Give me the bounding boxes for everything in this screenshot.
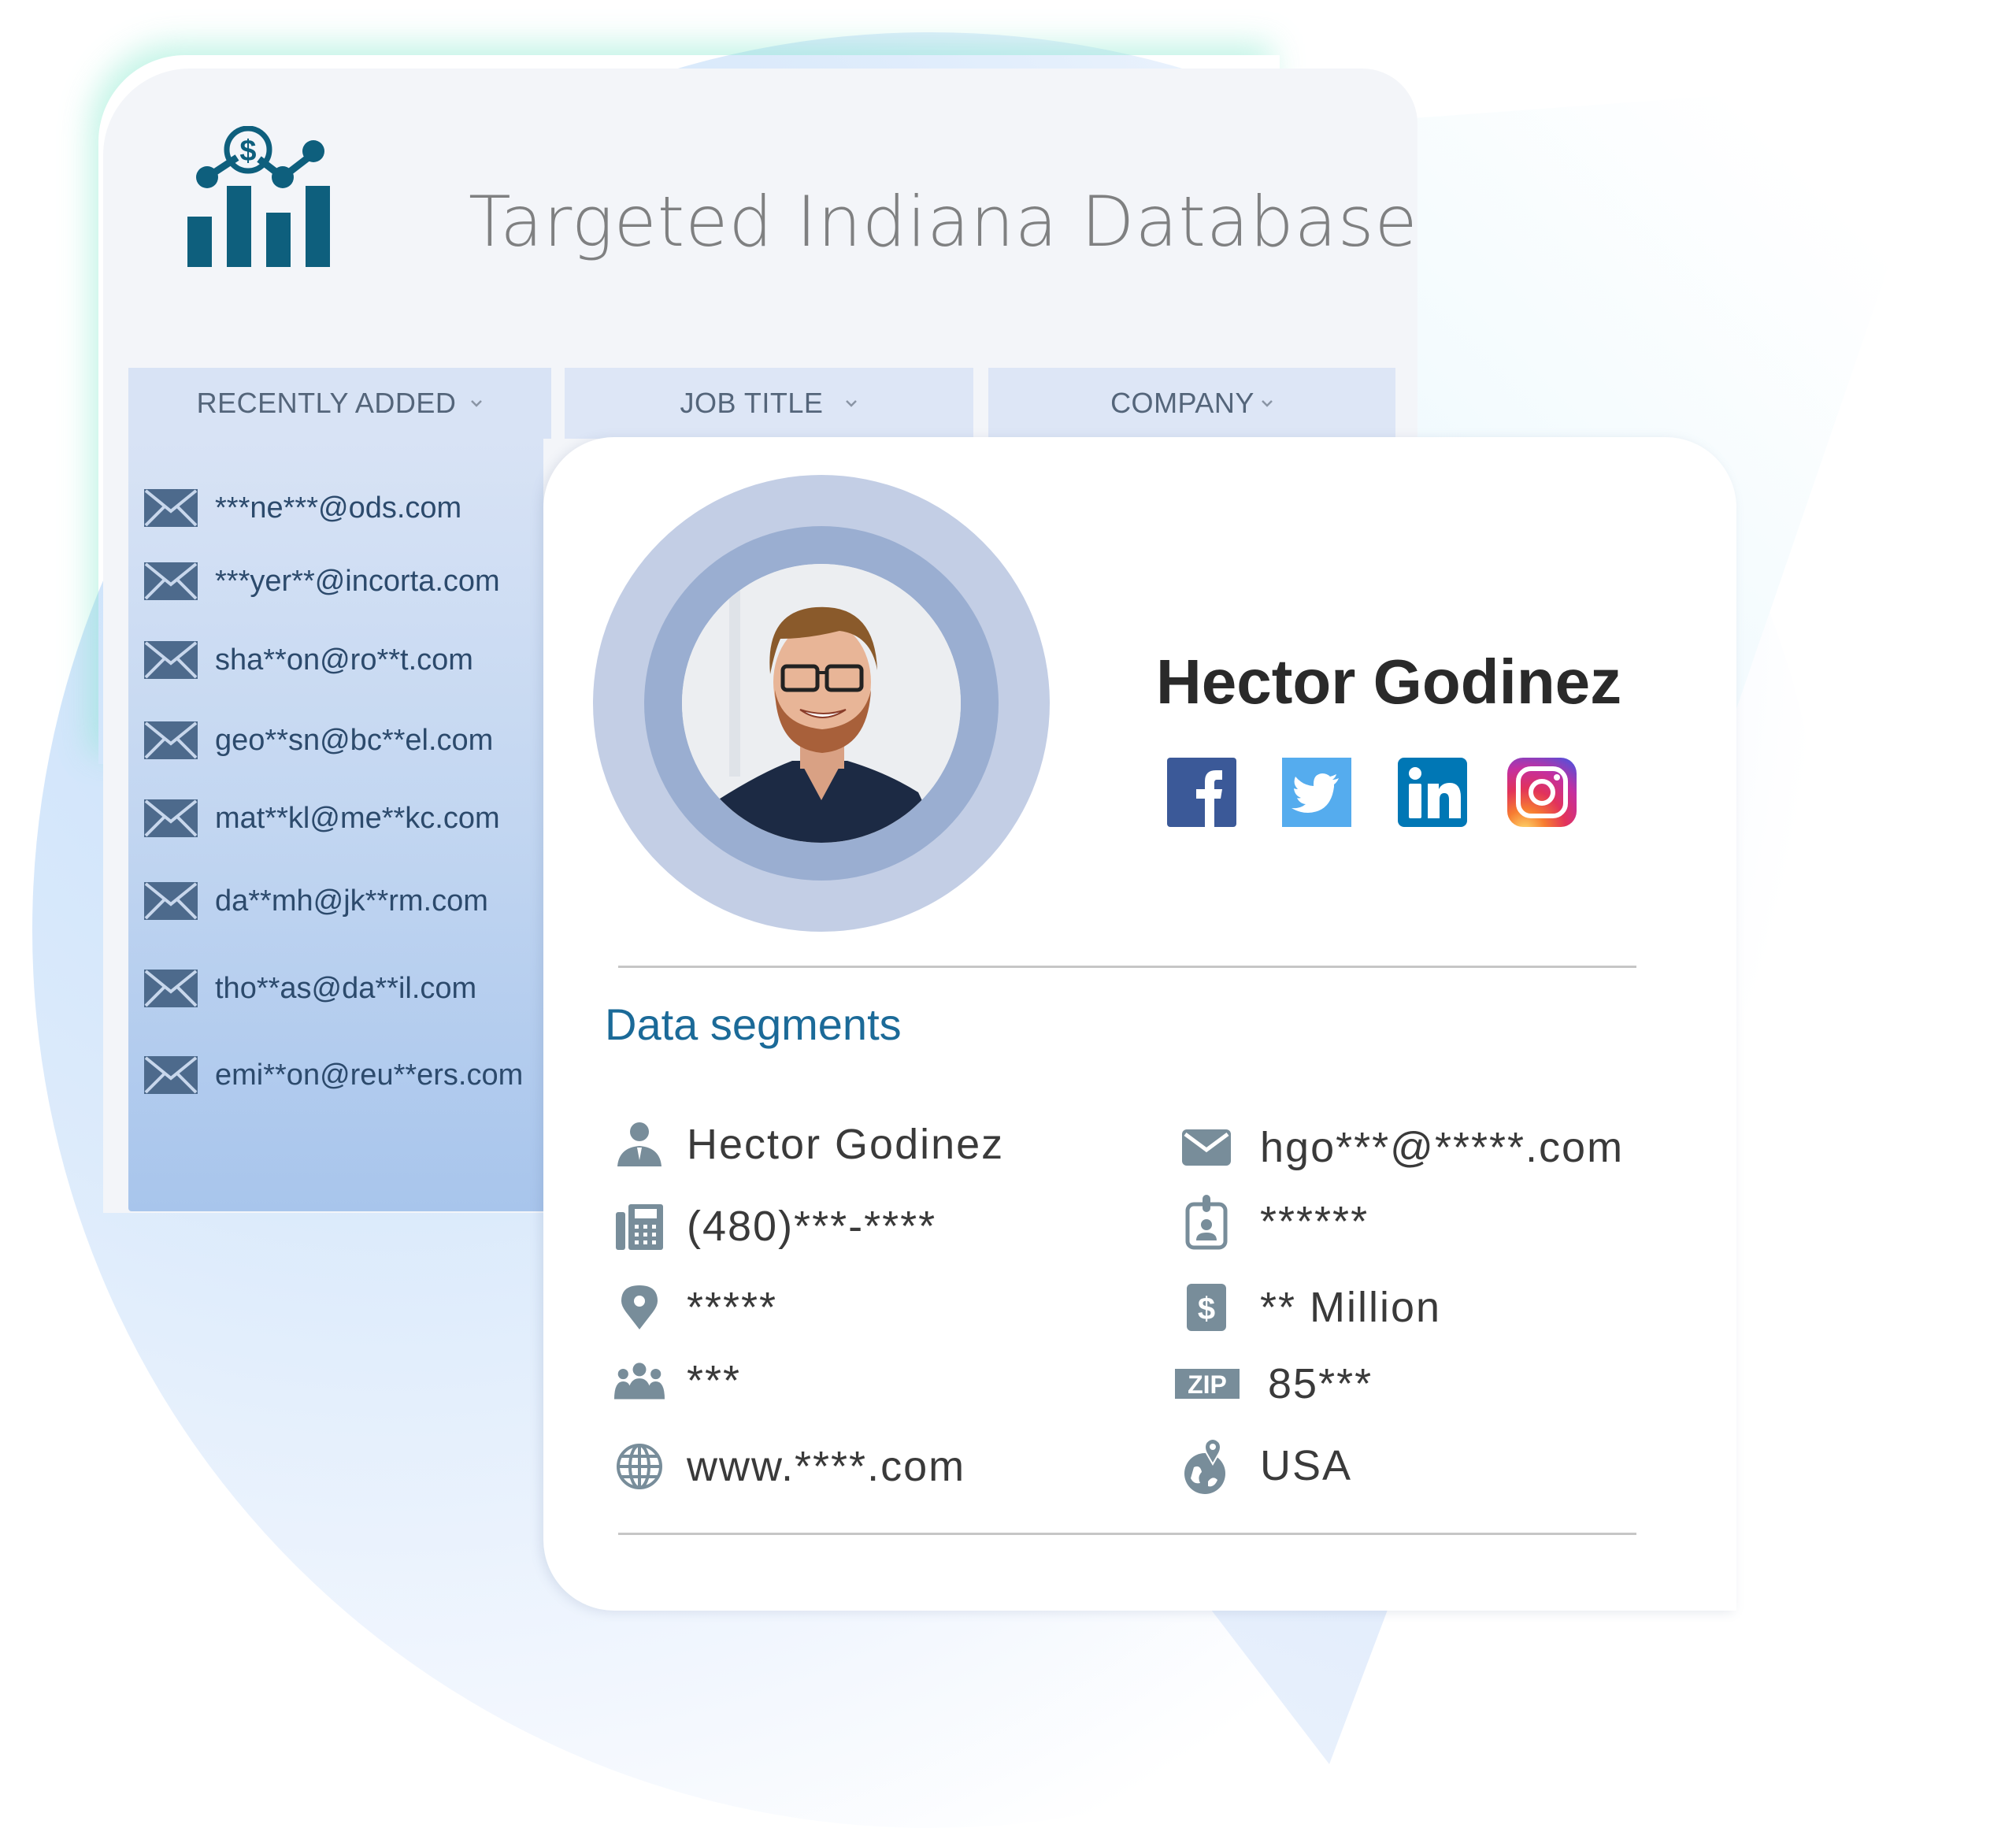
tab-label: COMPANY (1110, 387, 1254, 419)
tab-label: JOB TITLE (680, 387, 824, 419)
email-address: ***yer**@incorta.com (215, 564, 500, 598)
list-item[interactable]: tho**as@da**il.com (144, 965, 476, 1012)
segment-email: hgo***@*****.com (1181, 1120, 1624, 1175)
segment-phone: (480)***-**** (614, 1199, 936, 1254)
tab-job-title[interactable]: JOB TITLE (565, 368, 973, 439)
envelope-icon (144, 882, 198, 920)
page-title: Targeted Indiana Database (469, 181, 1418, 262)
list-item[interactable]: ***ne***@ods.com (144, 484, 461, 532)
email-address: tho**as@da**il.com (215, 971, 477, 1005)
globe-icon (614, 1441, 665, 1492)
dollar-icon: $ (1181, 1282, 1232, 1333)
envelope-icon (144, 641, 198, 679)
person-icon (614, 1119, 665, 1170)
profile-photo (682, 564, 961, 843)
segment-country: USA (1181, 1438, 1352, 1494)
email-address: da**mh@jk**rm.com (215, 884, 488, 918)
segment-website: www.****.com (614, 1439, 965, 1494)
instagram-icon[interactable] (1507, 758, 1577, 827)
list-item[interactable]: geo**sn@bc**el.com (144, 717, 493, 764)
envelope-icon (144, 799, 198, 837)
linkedin-icon[interactable] (1398, 758, 1467, 827)
list-item[interactable]: ***yer**@incorta.com (144, 558, 500, 605)
list-item[interactable]: sha**on@ro**t.com (144, 636, 473, 684)
envelope-icon (144, 721, 198, 759)
envelope-icon (144, 489, 198, 527)
segment-location: ***** (614, 1280, 777, 1335)
svg-text:$: $ (239, 135, 256, 168)
location-pin-icon (614, 1282, 665, 1333)
envelope-icon (144, 1056, 198, 1094)
segment-job-title: ****** (1181, 1194, 1369, 1250)
envelope-icon (144, 970, 198, 1007)
facebook-icon[interactable] (1167, 758, 1236, 827)
tab-company[interactable]: COMPANY (988, 368, 1395, 439)
tab-recently-added[interactable]: RECENTLY ADDED (128, 368, 551, 439)
chevron-down-icon (846, 400, 858, 407)
segment-name: Hector Godinez (614, 1117, 1004, 1172)
email-address: emi**on@reu**ers.com (215, 1058, 524, 1092)
email-address: sha**on@ro**t.com (215, 643, 473, 677)
svg-text:$: $ (1198, 1292, 1215, 1326)
email-address: mat**kl@me**kc.com (215, 801, 500, 835)
tab-label: RECENTLY ADDED (196, 387, 457, 419)
list-item[interactable]: emi**on@reu**ers.com (144, 1051, 523, 1099)
divider (618, 966, 1636, 968)
envelope-icon (144, 562, 198, 600)
list-item[interactable]: mat**kl@me**kc.com (144, 795, 500, 842)
globe-pin-icon (1181, 1438, 1232, 1494)
list-item[interactable]: da**mh@jk**rm.com (144, 877, 488, 925)
profile-name: Hector Godinez (1156, 647, 1622, 717)
chevron-down-icon (1262, 400, 1273, 407)
email-address: ***ne***@ods.com (215, 491, 462, 525)
team-icon (614, 1355, 665, 1406)
zip-icon: ZIP (1175, 1359, 1240, 1409)
finance-chart-icon: $ (187, 126, 330, 267)
divider (618, 1533, 1636, 1535)
avatar (682, 564, 961, 843)
segment-zip: ZIP 85*** (1175, 1356, 1373, 1411)
phone-fax-icon (614, 1201, 665, 1251)
section-title: Data segments (605, 999, 902, 1049)
id-badge-icon (1181, 1195, 1232, 1250)
segment-employees: *** (614, 1353, 741, 1408)
email-address: geo**sn@bc**el.com (215, 723, 494, 757)
svg-text:ZIP: ZIP (1188, 1370, 1227, 1399)
segment-revenue: $ ** Million (1181, 1280, 1441, 1335)
chevron-down-icon (471, 400, 483, 407)
twitter-icon[interactable] (1282, 758, 1351, 827)
email-icon (1181, 1122, 1232, 1173)
